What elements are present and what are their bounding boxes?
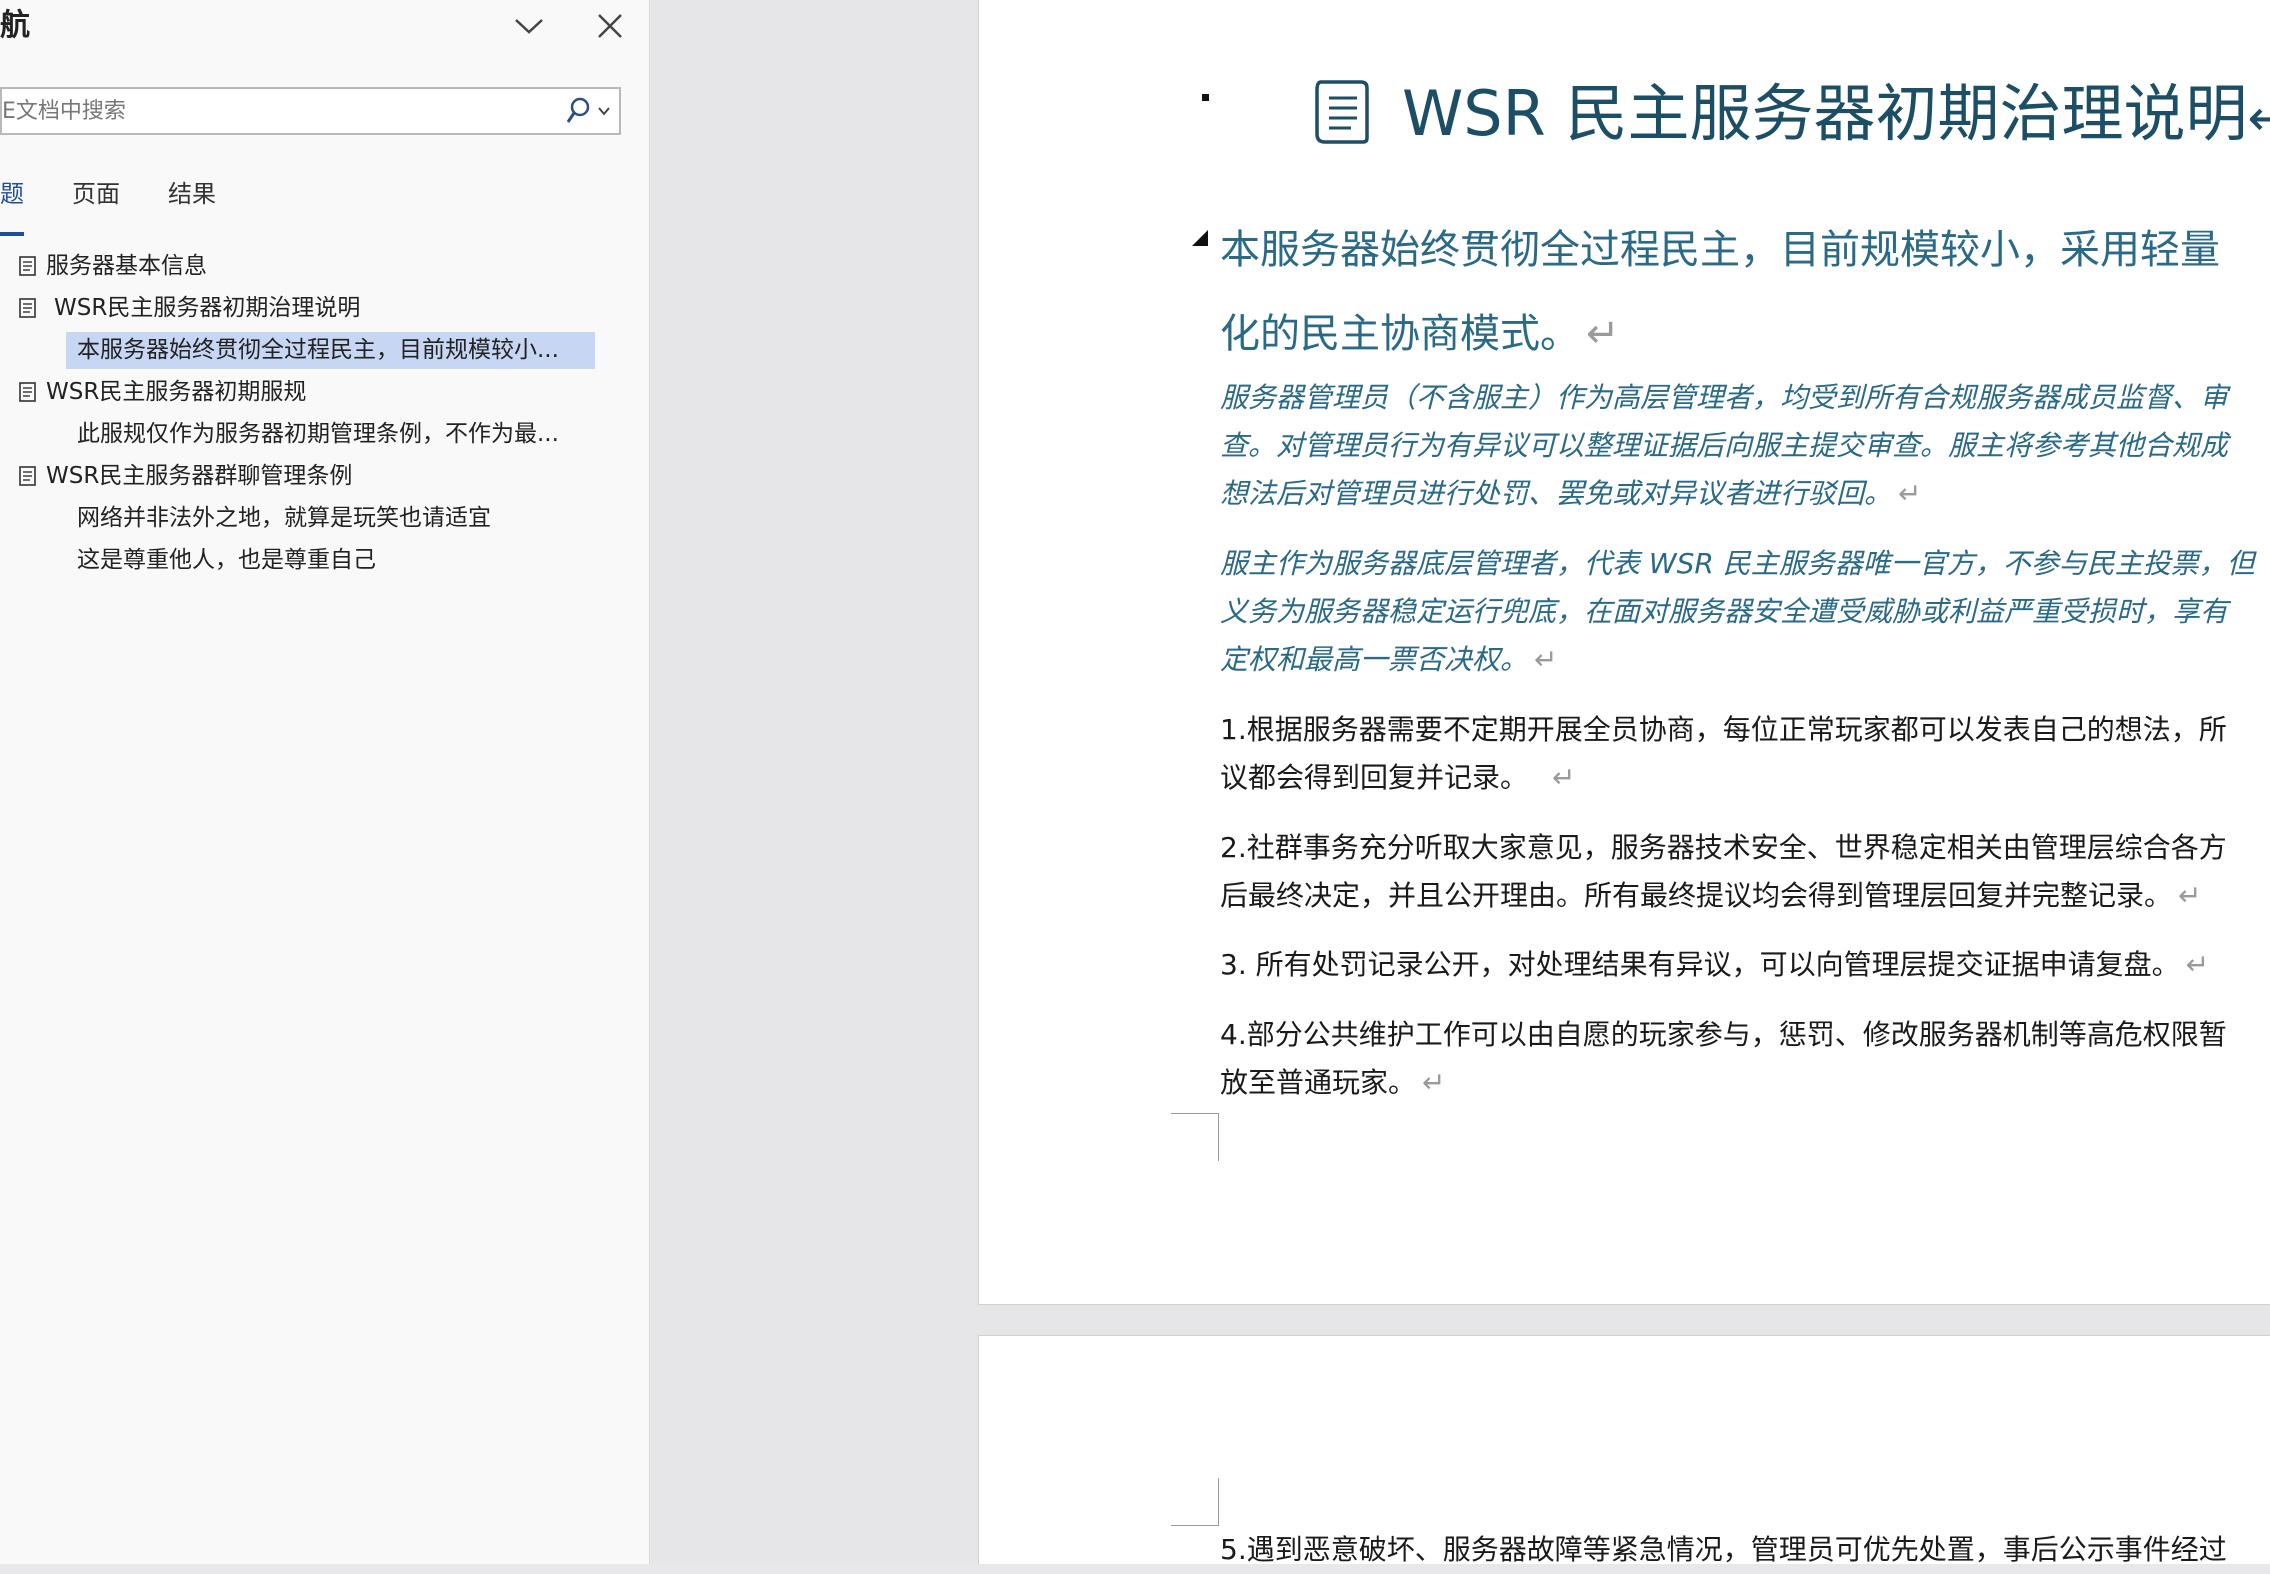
paragraph-line: 服务器管理员（不含服主）作为高层管理者，均受到所有合规服务器成员监督、审 — [1220, 381, 2229, 414]
search-input[interactable] — [2, 89, 557, 133]
tab-headings[interactable]: 题 — [0, 172, 24, 236]
paragraph-line: 后最终决定，并且公开理由。所有最终提议均会得到管理层回复并完整记录。 — [1220, 879, 2173, 912]
nav-options-button[interactable] — [501, 2, 557, 50]
margin-crop-mark — [1171, 1478, 1219, 1526]
paragraph-line: 服主作为服务器底层管理者，代表 WSR 民主服务器唯一官方，不参与民主投票，但 — [1220, 547, 2255, 580]
outline-item-label: 此服规仅作为服务器初期管理条例，不作为最... — [77, 421, 559, 447]
outline-item-label: 服务器基本信息 — [46, 253, 207, 279]
outline-item-label: 网络并非法外之地，就算是玩笑也请适宜 — [77, 505, 491, 531]
document-icon — [19, 466, 36, 486]
heading-bullet-marker — [1202, 94, 1209, 101]
paragraph-mark: ↵ — [1898, 477, 1922, 510]
margin-crop-mark — [1171, 1113, 1219, 1161]
document-icon — [19, 382, 36, 402]
outline-item[interactable]: WSR民主服务器初期服规 — [0, 371, 600, 413]
paragraph-mark: ↵ — [2178, 879, 2202, 912]
document-icon — [19, 256, 36, 276]
document-title-icon — [1315, 80, 1369, 144]
outline-item-label: WSR民主服务器初期治理说明 — [54, 295, 361, 321]
document-title[interactable]: WSR 民主服务器初期治理说明← — [1402, 72, 2270, 160]
paragraph-mark: ↵ — [1534, 643, 1558, 676]
heading-2[interactable]: 本服务器始终贯彻全过程民主，目前规模较小，采用轻量 化的民主协商模式。 ↵ — [1220, 208, 2270, 376]
paragraph-mark: ↵ — [1586, 311, 1620, 357]
outline-item-label: WSR民主服务器群聊管理条例 — [46, 463, 353, 489]
italic-paragraph[interactable]: 服务器管理员（不含服主）作为高层管理者，均受到所有合规服务器成员监督、审 查。对… — [1220, 374, 2270, 518]
search-icon — [566, 97, 590, 123]
body-paragraph[interactable]: 1.根据服务器需要不定期开展全员协商，每位正常玩家都可以发表自己的想法，所 议都… — [1220, 706, 2270, 802]
outline-item-label: WSR民主服务器初期服规 — [46, 379, 307, 405]
paragraph-mark: ↵ — [1552, 761, 1576, 794]
paragraph-mark: ↵ — [2185, 948, 2210, 981]
heading-2-line: 化的民主协商模式。 — [1220, 311, 1580, 357]
heading-outline: 服务器基本信息 WSR民主服务器初期治理说明 本服务器始终贯彻全过程民主，目前规… — [0, 245, 600, 581]
paragraph-line: 3. 所有处罚记录公开，对处理结果有异议，可以向管理层提交证据申请复盘。 — [1220, 948, 2180, 981]
tab-pages[interactable]: 页面 — [72, 172, 120, 228]
outline-item[interactable]: WSR民主服务器初期治理说明 — [0, 287, 600, 329]
outline-item[interactable]: 这是尊重他人，也是尊重自己 — [0, 539, 600, 581]
paragraph-line: 放至普通玩家。 — [1220, 1066, 1417, 1099]
close-icon — [598, 14, 622, 38]
paragraph-line: 1.根据服务器需要不定期开展全员协商，每位正常玩家都可以发表自己的想法，所 — [1220, 713, 2227, 746]
tab-results[interactable]: 结果 — [168, 172, 216, 228]
paragraph-line: 查。对管理员行为有异议可以整理证据后向服主提交审查。服主将参考其他合规成 — [1220, 429, 2229, 462]
body-paragraph[interactable]: 4.部分公共维护工作可以由自愿的玩家参与，惩罚、修改服务器机制等高危权限暂 放至… — [1220, 1011, 2270, 1107]
chevron-down-icon — [515, 19, 543, 34]
close-nav-button[interactable] — [582, 2, 638, 50]
document-title-text: WSR 民主服务器初期治理说明 — [1402, 77, 2248, 150]
collapse-triangle-icon[interactable] — [1190, 228, 1210, 248]
paragraph-line: 定权和最高一票否决权。 — [1220, 643, 1529, 676]
heading-2-line: 本服务器始终贯彻全过程民主，目前规模较小，采用轻量 — [1220, 227, 2220, 273]
nav-pane-title: 航 — [0, 8, 30, 43]
outline-item-label: 本服务器始终贯彻全过程民主，目前规模较小... — [77, 337, 559, 363]
paragraph-mark: ↵ — [1422, 1066, 1446, 1099]
outline-item-selected[interactable]: 本服务器始终贯彻全过程民主，目前规模较小... — [0, 329, 600, 371]
paragraph-line: 2.社群事务充分听取大家意见，服务器技术安全、世界稳定相关由管理层综合各方 — [1220, 831, 2227, 864]
paragraph-line: 议都会得到回复并记录。 — [1220, 761, 1529, 794]
italic-paragraph[interactable]: 服主作为服务器底层管理者，代表 WSR 民主服务器唯一官方，不参与民主投票，但 … — [1220, 540, 2270, 684]
paragraph-mark: ← — [2247, 89, 2270, 147]
search-box — [0, 87, 621, 135]
outline-item[interactable]: 网络并非法外之地，就算是玩笑也请适宜 — [0, 497, 600, 539]
outline-item[interactable]: 服务器基本信息 — [0, 245, 600, 287]
body-paragraph[interactable]: 5.遇到恶意破坏、服务器故障等紧急情况，管理员可优先处置，事后公示事件经过 — [1220, 1526, 2270, 1574]
navigation-pane: 航 题 页面 结果 — [0, 0, 650, 1564]
paragraph-line: 想法后对管理员进行处罚、罢免或对异议者进行驳回。 — [1220, 477, 1893, 510]
body-paragraph[interactable]: 2.社群事务充分听取大家意见，服务器技术安全、世界稳定相关由管理层综合各方 后最… — [1220, 824, 2270, 920]
paragraph-line: 义务为服务器稳定运行兜底，在面对服务器安全遭受威胁或利益严重受损时，享有 — [1220, 595, 2229, 628]
chevron-down-icon — [598, 107, 610, 116]
paragraph-line: 5.遇到恶意破坏、服务器故障等紧急情况，管理员可优先处置，事后公示事件经过 — [1220, 1533, 2227, 1566]
body-paragraph[interactable]: 3. 所有处罚记录公开，对处理结果有异议，可以向管理层提交证据申请复盘。 ↵ — [1220, 941, 2270, 989]
paragraph-line: 4.部分公共维护工作可以由自愿的玩家参与，惩罚、修改服务器机制等高危权限暂 — [1220, 1018, 2227, 1051]
outline-item[interactable]: 此服规仅作为服务器初期管理条例，不作为最... — [0, 413, 600, 455]
outline-item[interactable]: WSR民主服务器群聊管理条例 — [0, 455, 600, 497]
document-icon — [19, 298, 36, 318]
search-options-button[interactable] — [559, 91, 617, 131]
outline-item-label: 这是尊重他人，也是尊重自己 — [77, 547, 376, 573]
nav-tabs: 题 页面 结果 — [0, 172, 264, 236]
